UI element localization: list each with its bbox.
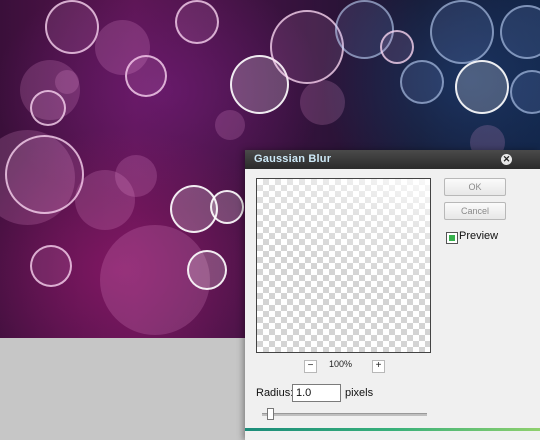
zoom-level: 100%: [329, 359, 353, 369]
bokeh-circle: [75, 170, 135, 230]
radius-input[interactable]: 1.0: [292, 384, 341, 402]
bokeh-circle: [270, 10, 344, 84]
preview-label: Preview: [459, 230, 499, 242]
dialog-title: Gaussian Blur: [254, 153, 332, 165]
close-icon[interactable]: ✕: [501, 154, 512, 165]
radius-label: Radius:: [256, 387, 294, 399]
bokeh-circle: [30, 245, 72, 287]
bokeh-circle: [300, 80, 345, 125]
dialog-accent-bar: [245, 428, 540, 431]
bokeh-circle: [175, 0, 219, 44]
blur-preview[interactable]: [256, 178, 431, 353]
bokeh-circle: [30, 90, 66, 126]
cancel-button[interactable]: Cancel: [444, 202, 506, 220]
dialog-titlebar[interactable]: Gaussian Blur ✕: [245, 150, 540, 169]
radius-units: pixels: [345, 387, 374, 399]
bokeh-circle: [380, 30, 414, 64]
bokeh-circle: [455, 60, 509, 114]
radius-slider-thumb[interactable]: [266, 408, 274, 420]
zoom-out-button[interactable]: −: [304, 360, 317, 373]
bokeh-circle: [5, 135, 84, 214]
bokeh-circle: [510, 70, 540, 114]
bokeh-circle: [45, 0, 99, 54]
preview-image: [257, 179, 430, 352]
bokeh-circle: [55, 70, 79, 94]
bokeh-circle: [95, 20, 150, 75]
bokeh-circle: [215, 110, 245, 140]
bokeh-circle: [430, 0, 494, 64]
bokeh-circle: [400, 60, 444, 104]
zoom-in-button[interactable]: +: [372, 360, 385, 373]
bokeh-circle: [210, 190, 244, 224]
checkbox-checked-icon: [449, 235, 455, 241]
preview-checkbox[interactable]: [446, 232, 458, 244]
bokeh-circle: [187, 250, 227, 290]
bokeh-circle: [500, 5, 540, 59]
gaussian-blur-dialog: Gaussian Blur ✕ − 100% + OK Cancel Previ…: [245, 150, 540, 440]
ok-button[interactable]: OK: [444, 178, 506, 196]
radius-slider-track[interactable]: [262, 413, 427, 416]
